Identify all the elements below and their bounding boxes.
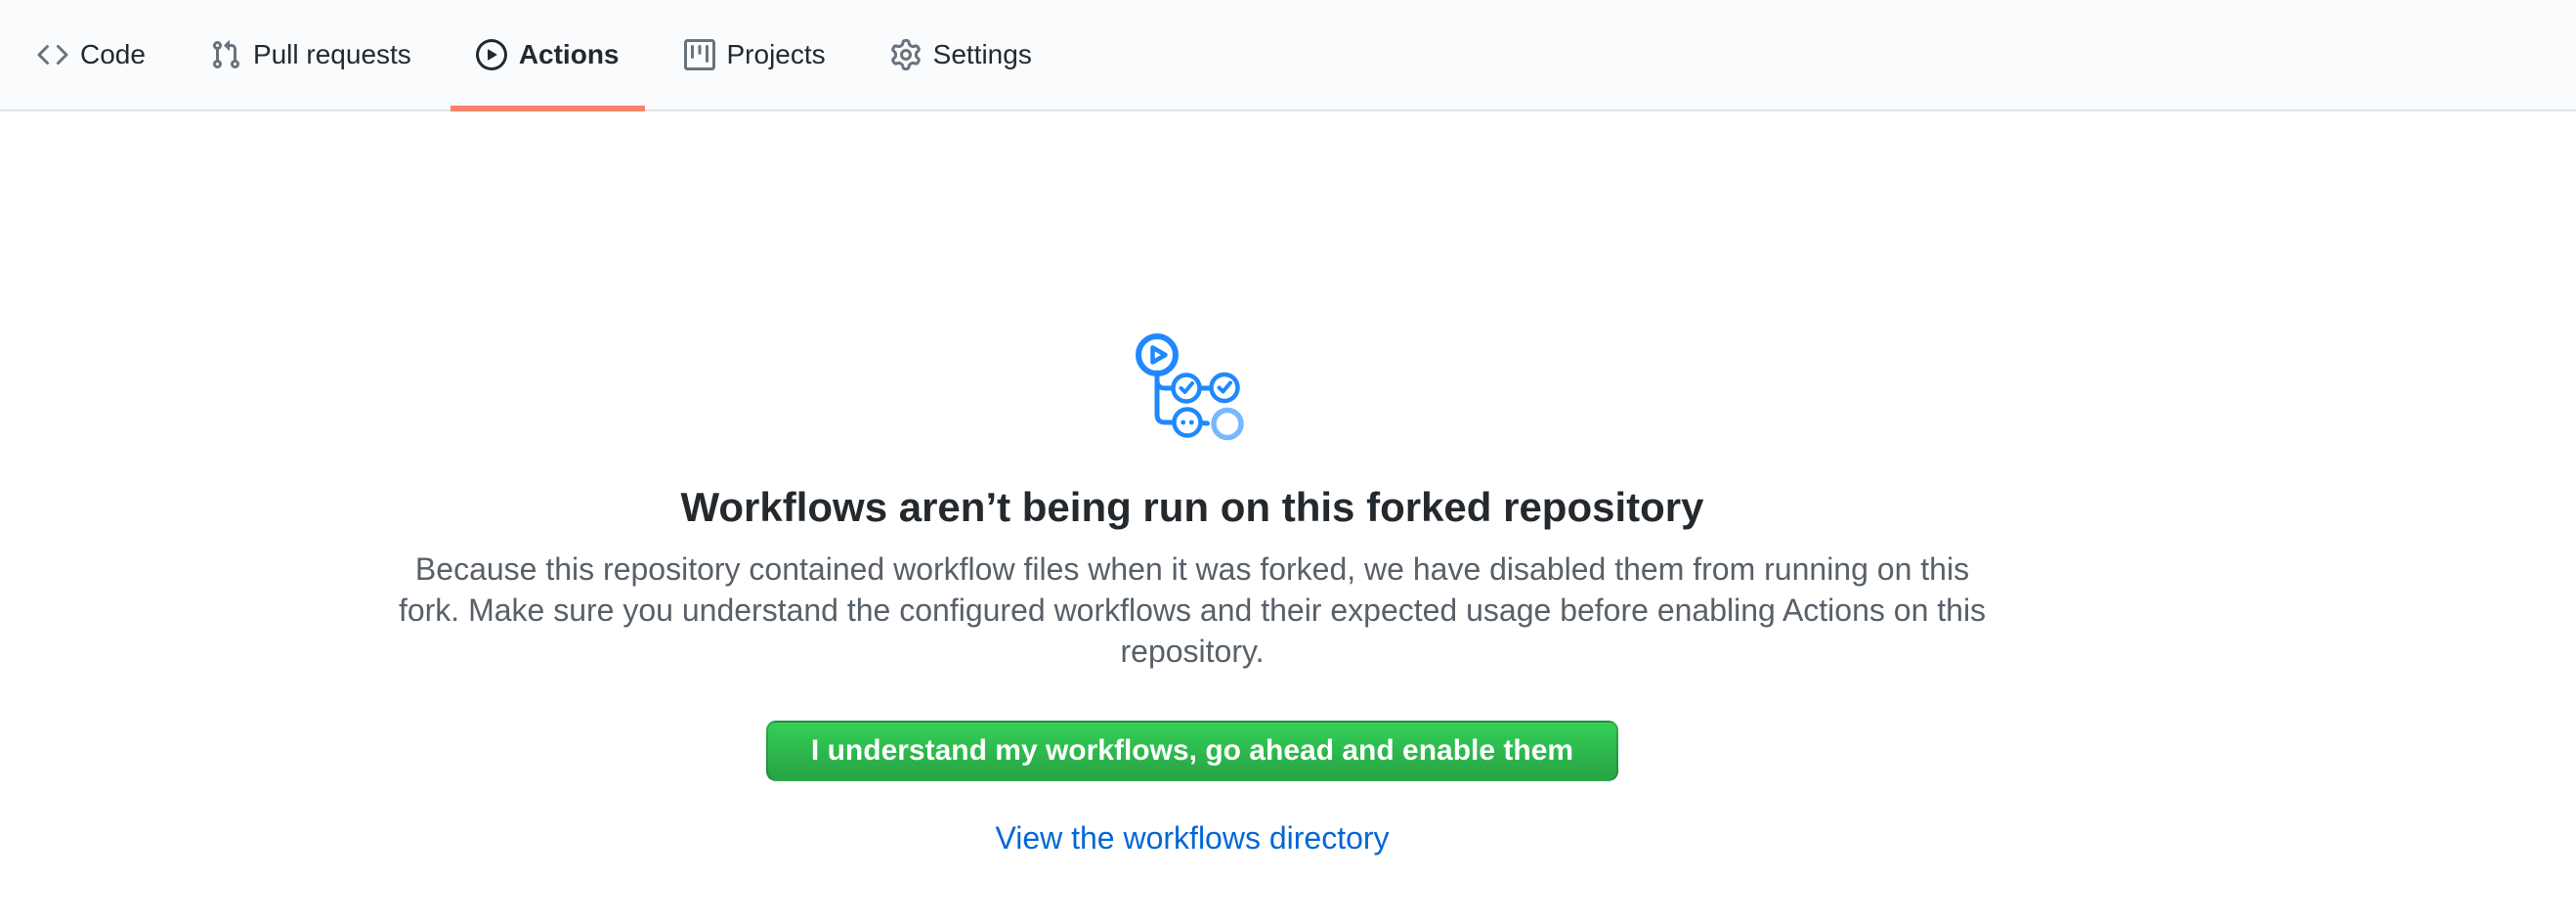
git-pull-request-icon	[210, 39, 241, 70]
tab-projects[interactable]: Projects	[659, 0, 851, 110]
blankslate-heading: Workflows aren’t being run on this forke…	[0, 484, 2384, 531]
tab-label: Actions	[519, 41, 620, 68]
view-workflows-directory-link[interactable]: View the workflows directory	[995, 820, 1389, 856]
tab-label: Pull requests	[253, 41, 411, 68]
actions-blankslate: Workflows aren’t being run on this forke…	[0, 333, 2384, 857]
tab-actions[interactable]: Actions	[451, 0, 645, 110]
tab-code[interactable]: Code	[12, 0, 171, 110]
gear-icon	[890, 39, 922, 70]
blankslate-link-row: View the workflows directory	[0, 820, 2384, 857]
tab-label: Settings	[933, 41, 1032, 68]
play-icon	[476, 39, 507, 70]
blankslate-description: Because this repository contained workfl…	[396, 549, 1989, 672]
blankslate-actions: I understand my workflows, go ahead and …	[0, 721, 2384, 781]
tab-settings[interactable]: Settings	[865, 0, 1057, 110]
tab-label: Projects	[727, 41, 826, 68]
code-icon	[37, 39, 68, 70]
workflow-graph-icon	[1136, 333, 1249, 441]
enable-workflows-button[interactable]: I understand my workflows, go ahead and …	[766, 721, 1618, 781]
tab-pull-requests[interactable]: Pull requests	[185, 0, 437, 110]
project-icon	[684, 39, 715, 70]
repo-tab-bar: Code Pull requests Actions Projects Sett…	[0, 0, 2576, 111]
tab-label: Code	[80, 41, 146, 68]
